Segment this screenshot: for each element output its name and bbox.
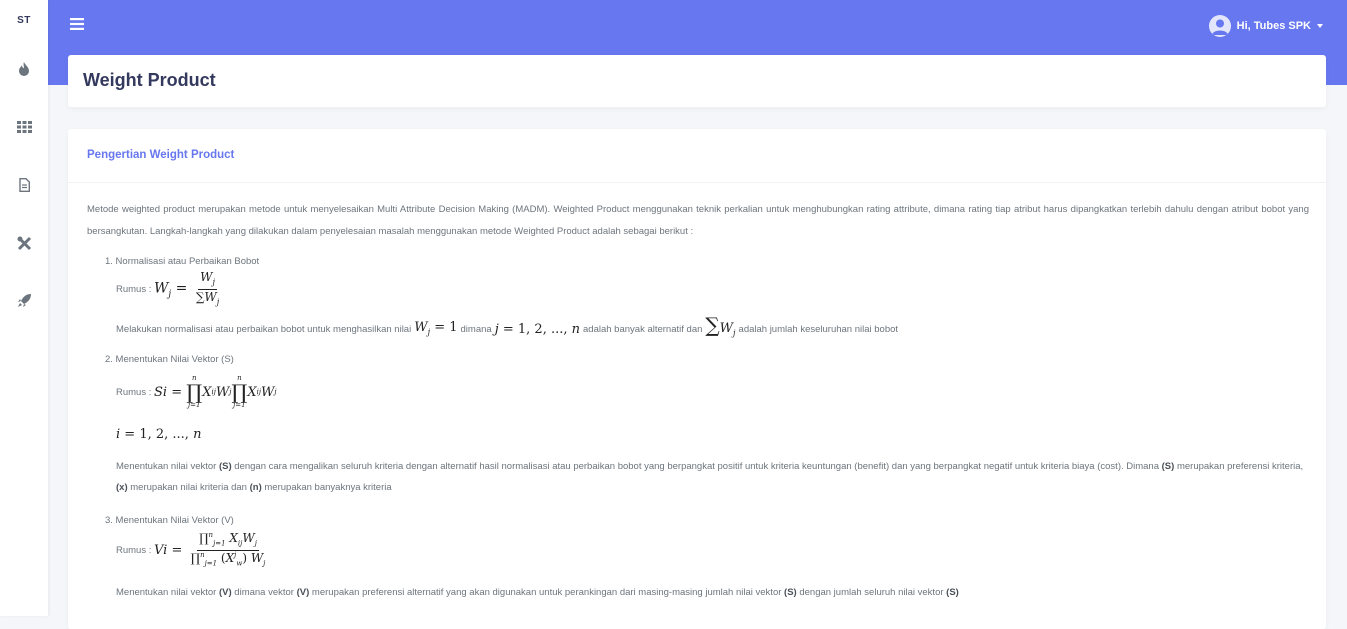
desc-text: adalah jumlah keseluruhan nilai bobot (738, 323, 899, 335)
rumus-label: Rumus : (116, 283, 152, 295)
rumus-label: Rumus : (116, 386, 152, 398)
desc-bold: (S) (1161, 461, 1175, 472)
intro-paragraph: Metode weighted product merupakan metode… (87, 204, 1309, 237)
grid-icon[interactable] (16, 119, 32, 135)
content-card: Pengertian Weight Product Metode weighte… (68, 129, 1326, 629)
rumus-label: Rumus : (116, 544, 152, 556)
menu-toggle-icon[interactable] (70, 17, 86, 31)
step-2-description: Menentukan nilai vektor (S) dengan cara … (116, 456, 1309, 498)
caret-down-icon (1317, 24, 1323, 28)
desc-text: dimana (460, 323, 492, 335)
desc-text: dimana vektor (234, 587, 294, 598)
step-3-formula: Rumus : Vi = ∏nj=1 XijWj ∏nj=1 (Xjw) Wj (116, 529, 269, 571)
desc-bold: (n) (249, 482, 262, 493)
card-title: Pengertian Weight Product (87, 149, 235, 161)
desc-bold: (S) (784, 587, 797, 598)
step-1-title: 1. Normalisasi atau Perbaikan Bobot (105, 256, 260, 267)
formula-j-range: j = 1, 2, ..., n (494, 321, 581, 337)
user-greeting: Hi, Tubes SPK (1236, 20, 1311, 32)
step-2-title: 2. Menentukan Nilai Vektor (S) (105, 354, 234, 365)
rocket-icon[interactable] (16, 292, 32, 308)
desc-text: Menentukan nilai vektor (116, 461, 217, 472)
desc-bold: (V) (296, 587, 310, 598)
user-dropdown[interactable]: Hi, Tubes SPK (1208, 14, 1323, 38)
desc-text: dengan cara mengalikan seluruh kriteria … (234, 461, 1159, 472)
desc-text: merupakan preferensi alternatif yang aka… (311, 587, 782, 598)
desc-text: dengan jumlah seluruh nilai vektor (799, 587, 944, 598)
page-header: Weight Product (68, 55, 1326, 107)
formula-sum-wj: ∑Wj (705, 313, 736, 338)
desc-bold: (x) (116, 482, 128, 493)
desc-bold: (S) (218, 461, 232, 472)
step-3-title: 3. Menentukan Nilai Vektor (V) (105, 515, 234, 526)
brand-logo[interactable]: ST (0, 15, 48, 26)
page-title: Weight Product (83, 70, 216, 90)
formula-wj: Wj = Wj ∑Wj (154, 270, 220, 306)
desc-text: Menentukan nilai vektor (116, 587, 217, 598)
formula-vi: Vi = ∏nj=1 XijWj ∏nj=1 (Xjw) Wj (154, 531, 266, 567)
desc-text: merupakan nilai kriteria dan (130, 482, 247, 493)
desc-text: merupakan banyaknya kriteria (264, 482, 392, 493)
fire-icon[interactable] (16, 61, 32, 77)
desc-bold: (V) (218, 587, 232, 598)
tools-icon[interactable] (16, 235, 32, 251)
card-header: Pengertian Weight Product (68, 129, 1326, 183)
formula-si: Si = n ∏ j=1 Xij Wj n ∏ j=1 Xij Wj (154, 374, 277, 409)
step-2-formula: Rumus : Si = n ∏ j=1 Xij Wj n ∏ j=1 Xij Wj (116, 369, 277, 415)
sidebar: ST (0, 0, 48, 616)
formula-wj-1: Wj = 1 (414, 319, 458, 337)
desc-text: Melakukan normalisasi atau perbaikan bob… (116, 323, 412, 335)
file-icon[interactable] (16, 177, 32, 193)
step-1-description: Melakukan normalisasi atau perbaikan bob… (116, 315, 1306, 344)
step-2-index: i = 1, 2, ..., n (116, 426, 202, 442)
desc-text: adalah banyak alternatif dan (583, 323, 703, 335)
step-1-formula: Rumus : Wj = Wj ∑Wj (116, 271, 223, 307)
desc-bold: (S) (946, 587, 959, 598)
desc-text: merupakan preferensi kriteria, (1176, 461, 1304, 472)
avatar (1208, 15, 1231, 37)
step-3-description: Menentukan nilai vektor (V) dimana vekto… (116, 582, 1309, 603)
